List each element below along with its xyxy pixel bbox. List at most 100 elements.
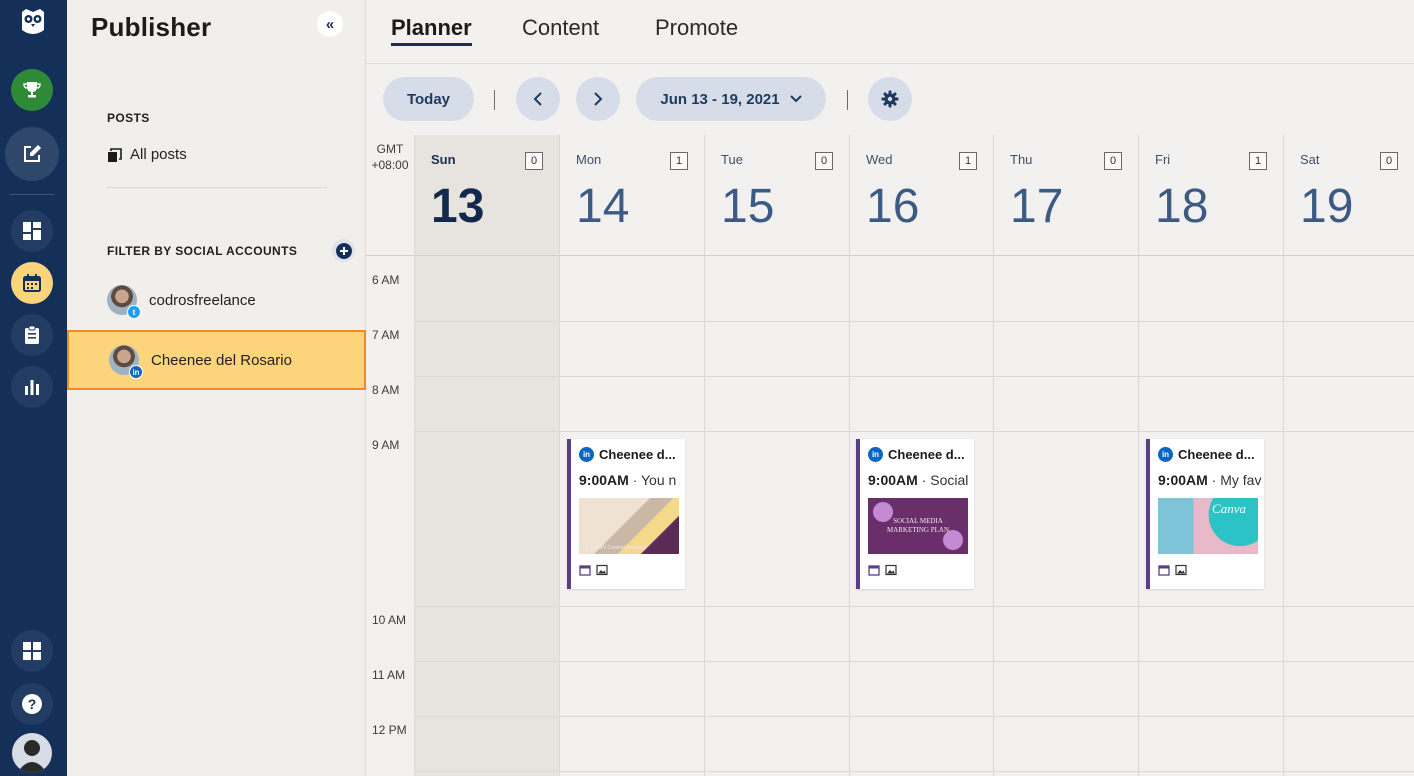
- day-number: 15: [721, 180, 775, 233]
- day-number: 14: [576, 180, 630, 233]
- day-name: Wed: [866, 152, 893, 167]
- posts-section-heading: POSTS: [107, 111, 150, 125]
- today-button[interactable]: Today: [383, 77, 474, 121]
- collapse-panel-button[interactable]: «: [317, 11, 343, 37]
- analytics-nav-button[interactable]: [11, 366, 53, 408]
- apps-nav-button[interactable]: [11, 630, 53, 672]
- day-header-fri[interactable]: Fri 18 1: [1138, 135, 1283, 255]
- compose-icon: [24, 145, 41, 162]
- day-number: 19: [1300, 180, 1354, 233]
- scheduled-post-card-wed[interactable]: in Cheenee d... 9:00AM · Social SOCIAL M…: [856, 439, 974, 589]
- analytics-icon: [25, 380, 39, 395]
- calendar-icon: [23, 274, 41, 292]
- post-header: in Cheenee d...: [868, 447, 974, 462]
- tab-promote[interactable]: Promote: [655, 15, 738, 41]
- grid-line: [993, 256, 994, 776]
- hootsuite-owl-icon[interactable]: [20, 8, 46, 36]
- toolbar-separator: [494, 90, 495, 110]
- tasks-nav-button[interactable]: [11, 314, 53, 356]
- timezone-label: GMT +08:00: [366, 141, 414, 173]
- hour-label: 8 AM: [372, 383, 400, 397]
- planner-nav-button[interactable]: [11, 262, 53, 304]
- day-number: 18: [1155, 180, 1209, 233]
- tab-content[interactable]: Content: [522, 15, 599, 41]
- trophy-button[interactable]: [11, 69, 53, 111]
- calendar-icon: [1158, 565, 1170, 576]
- post-count-badge: 0: [1380, 152, 1398, 170]
- tab-planner[interactable]: Planner: [391, 15, 472, 46]
- settings-icon: [881, 90, 899, 108]
- grid-line: [414, 431, 1414, 432]
- grid-line: [849, 256, 850, 776]
- grid-line: [414, 771, 1414, 772]
- scheduled-post-card-mon[interactable]: in Cheenee d... 9:00AM · You n LINKEDIN …: [567, 439, 685, 589]
- post-count-badge: 0: [815, 152, 833, 170]
- date-range-picker[interactable]: Jun 13 - 19, 2021: [636, 77, 826, 121]
- post-count-badge: 0: [1104, 152, 1122, 170]
- day-header-sat[interactable]: Sat 19 0: [1283, 135, 1414, 255]
- hour-label: 11 AM: [372, 668, 406, 682]
- panel-divider: [107, 187, 327, 188]
- linkedin-icon: in: [579, 447, 594, 462]
- account-name: codrosfreelance: [149, 291, 256, 309]
- time-grid[interactable]: 6 AM 7 AM 8 AM 9 AM 10 AM 11 AM 12 PM in…: [366, 255, 1414, 776]
- day-name: Mon: [576, 152, 602, 167]
- svg-text:?: ?: [28, 696, 37, 712]
- grid-line: [704, 256, 705, 776]
- grid-line: [1283, 256, 1284, 776]
- chevron-down-icon: [789, 95, 802, 103]
- post-time-value: 9:00AM: [579, 472, 629, 488]
- day-header-tue[interactable]: Tue 15 0: [704, 135, 849, 255]
- publisher-panel: Publisher « POSTS All posts FILTER BY SO…: [67, 0, 366, 776]
- grid-line: [414, 661, 1414, 662]
- panel-title: Publisher: [91, 12, 212, 42]
- grid-line: [1138, 256, 1139, 776]
- filter-section-heading: FILTER BY SOCIAL ACCOUNTS: [107, 244, 298, 258]
- posts-stack-icon: [108, 147, 122, 162]
- post-image-thumbnail: SOCIAL MEDIA MARKETING PLAN: [868, 498, 968, 554]
- post-time: 9:00AM · You n: [579, 472, 685, 488]
- post-meta-icons: [1158, 564, 1187, 576]
- hour-label: 6 AM: [372, 273, 400, 287]
- day-header-wed[interactable]: Wed 16 1: [849, 135, 993, 255]
- chevron-right-icon: [594, 92, 603, 106]
- add-account-button[interactable]: [332, 239, 355, 262]
- account-filter-codrosfreelance[interactable]: t codrosfreelance: [67, 270, 366, 330]
- day-header-sun[interactable]: Sun 13 0: [414, 135, 559, 255]
- post-snippet: · You n: [628, 472, 677, 488]
- dashboard-icon: [23, 222, 41, 240]
- image-icon: [596, 564, 608, 576]
- profile-button[interactable]: [12, 733, 52, 773]
- day-name: Sat: [1300, 152, 1320, 167]
- grid-line: [414, 716, 1414, 717]
- post-time-value: 9:00AM: [868, 472, 918, 488]
- post-time: 9:00AM · Social: [868, 472, 974, 488]
- post-time: 9:00AM · My fav: [1158, 472, 1264, 488]
- day-header-thu[interactable]: Thu 17 0: [993, 135, 1138, 255]
- profile-icon: [17, 740, 47, 773]
- grid-line: [414, 606, 1414, 607]
- day-number: 17: [1010, 180, 1064, 233]
- next-week-button[interactable]: [576, 77, 620, 121]
- help-button[interactable]: ?: [11, 683, 53, 725]
- post-header: in Cheenee d...: [1158, 447, 1264, 462]
- avatar: in: [109, 345, 143, 379]
- nav-rail: ?: [0, 0, 67, 776]
- post-account: Cheenee d...: [888, 447, 965, 462]
- linkedin-icon: in: [1158, 447, 1173, 462]
- settings-button[interactable]: [868, 77, 912, 121]
- previous-week-button[interactable]: [516, 77, 560, 121]
- add-icon: [335, 242, 352, 259]
- publisher-nav-button[interactable]: [5, 127, 59, 181]
- post-account: Cheenee d...: [599, 447, 676, 462]
- trophy-icon: [23, 82, 41, 98]
- day-header-mon[interactable]: Mon 14 1: [559, 135, 704, 255]
- scheduled-post-card-fri[interactable]: in Cheenee d... 9:00AM · My fav Canva: [1146, 439, 1264, 589]
- all-posts-link[interactable]: All posts: [107, 146, 187, 163]
- hour-label: 9 AM: [372, 438, 400, 452]
- image-icon: [885, 564, 897, 576]
- chevron-left-icon: [533, 92, 542, 106]
- dashboard-nav-button[interactable]: [11, 210, 53, 252]
- day-number: 13: [431, 180, 485, 233]
- account-filter-cheenee-del-rosario[interactable]: in Cheenee del Rosario: [67, 330, 366, 390]
